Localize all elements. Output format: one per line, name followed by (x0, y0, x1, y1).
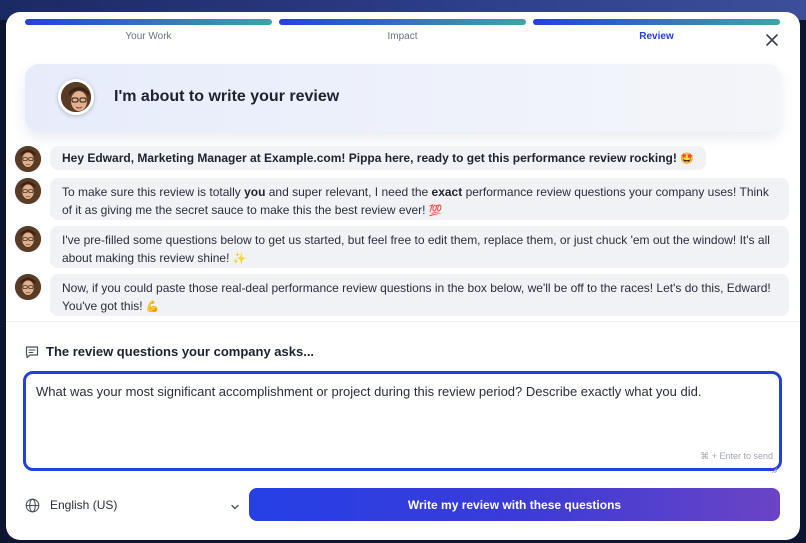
chat-bubble: Hey Edward, Marketing Manager at Example… (50, 146, 706, 170)
message-text: Hey Edward, Marketing Manager at Example… (62, 151, 677, 165)
step-review[interactable]: Review (533, 19, 780, 49)
step-bar (533, 19, 780, 25)
message-text: To make sure this review is totally (62, 185, 245, 199)
message-emphasis: you (244, 185, 266, 199)
message-emphasis: exact (431, 185, 463, 199)
review-modal: Your Work Impact Review I'm about to wri… (6, 12, 800, 540)
close-icon[interactable] (764, 32, 780, 48)
emoji: 💯 (428, 204, 443, 217)
questions-heading-text: The review questions your company asks..… (46, 344, 315, 359)
message-text: and super relevant, I need the (265, 185, 432, 199)
step-bar (279, 19, 526, 25)
header-card: I'm about to write your review (25, 64, 781, 132)
divider (6, 321, 800, 322)
send-hint: ⌘ + Enter to send (700, 451, 773, 461)
emoji: ✨ (232, 252, 247, 265)
step-label: Review (639, 31, 674, 42)
page-title: I'm about to write your review (114, 88, 340, 105)
resize-handle-icon[interactable] (771, 460, 778, 474)
emoji: 🤩 (680, 152, 694, 165)
chevron-down-icon (230, 501, 240, 511)
questions-input[interactable]: What was your most significant accomplis… (23, 371, 782, 474)
chat-bubble: Now, if you could paste those real-deal … (50, 274, 789, 316)
step-bar (25, 19, 272, 25)
step-impact[interactable]: Impact (279, 19, 526, 49)
step-label: Your Work (125, 31, 172, 42)
submit-button[interactable]: Write my review with these questions (249, 488, 780, 521)
step-label: Impact (387, 31, 418, 42)
avatar (15, 146, 41, 172)
avatar (15, 226, 41, 252)
avatar (15, 178, 41, 204)
language-select[interactable]: English (US) (25, 496, 240, 516)
chat-icon (25, 345, 39, 359)
chat-bubble: To make sure this review is totally you … (50, 178, 789, 220)
avatar (58, 79, 94, 115)
avatar (15, 274, 41, 300)
message-text: I've pre-filled some questions below to … (62, 233, 770, 265)
progress-steps: Your Work Impact Review (25, 19, 780, 49)
globe-icon (25, 498, 40, 513)
message-text: Now, if you could paste those real-deal … (62, 281, 771, 313)
chat-bubble: I've pre-filled some questions below to … (50, 226, 789, 268)
step-your-work[interactable]: Your Work (25, 19, 272, 49)
emoji: 💪 (145, 300, 160, 313)
language-label: English (US) (50, 498, 118, 512)
questions-input-value[interactable]: What was your most significant accomplis… (36, 384, 701, 399)
